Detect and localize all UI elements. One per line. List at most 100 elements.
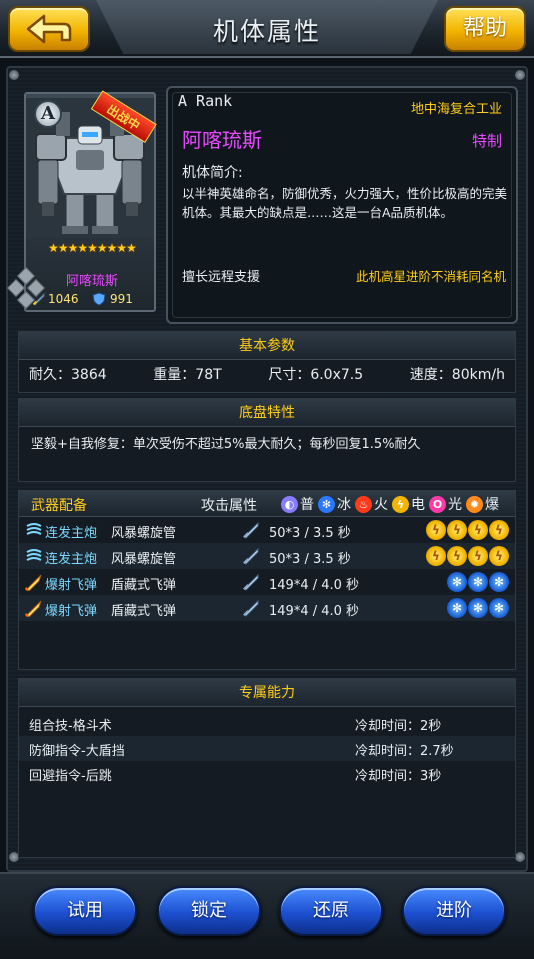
weapon-damage: 149*4 / 4.0 秒 [269, 578, 360, 593]
back-button[interactable] [8, 6, 90, 52]
legend-label: 火 [374, 497, 388, 513]
electric-element-icon: ϟ [468, 546, 488, 566]
weapon-type: 爆射飞弹 [45, 578, 98, 593]
ice-element-icon: ✻ [468, 598, 488, 618]
intro-text: 以半神英雄命名，防御优秀，火力强大，性价比极高的完美机体。其最大的缺点是……这是… [182, 186, 508, 220]
weapon-damage: 50*3 / 3.5 秒 [269, 526, 351, 541]
help-button[interactable]: 帮助 [444, 6, 526, 52]
star-rating: ★★★★★★★★★ [48, 241, 137, 255]
ice-element-icon: ✻ [318, 495, 335, 513]
weapon-type: 连发主炮 [45, 552, 98, 567]
weapons-header: 武器配备 攻击属性 ◐ 普 ✻ 冰 ♨ 火 ϟ电 O光 ✹ 爆 [19, 491, 515, 517]
legend-label: 普 [300, 497, 314, 513]
weapon-list: 连发主炮 风暴螺旋管 50*3 / 3.5 秒 ϟ ϟ ϟ ϟ 连发主炮 风暴螺旋管 50*3 /… [19, 517, 515, 621]
weapon-element-icons: ✻ ✻ ✻ [446, 572, 509, 592]
electric-element-icon: ϟ [447, 546, 467, 566]
weapon-element-icons: ϟϟϟϟ [425, 546, 509, 566]
ice-element-icon: ✻ [489, 572, 509, 592]
fire-element-icon: ♨ [355, 495, 372, 513]
ability-name: 组合技-格斗术 [29, 719, 112, 734]
weapon-row: 爆射飞弹 盾藏式飞弹 149*4 / 4.0 秒 ✻ ✻ ✻ [19, 569, 515, 595]
weapon-damage: 149*4 / 4.0 秒 [269, 604, 360, 619]
ability-row: 回避指令-后跳 冷却时间：3秒 [19, 761, 515, 786]
chassis-section: 底盘特性 坚毅+自我修复：单次受伤不超过5%最大耐久；每秒回复1.5%耐久 [18, 398, 516, 482]
missile-icon [25, 574, 42, 591]
chassis-text: 坚毅+自我修复：单次受伤不超过5%最大耐久；每秒回复1.5%耐久 [31, 437, 421, 452]
ability-cooldown: 冷却时间：2.7秒 [355, 744, 454, 759]
electric-element-icon: ϟ [392, 495, 409, 513]
weight-value: 重量：78T [153, 367, 222, 383]
ice-element-icon: ✻ [447, 572, 467, 592]
specialty-text: 擅长远程支援 [182, 270, 261, 285]
weapon-name: 风暴螺旋管 [111, 552, 177, 567]
sword-icon [243, 547, 259, 565]
rank-a-icon: A [34, 100, 62, 128]
lock-button[interactable]: 锁定 [157, 886, 261, 936]
legend-label: 冰 [337, 497, 351, 513]
weapon-name: 盾藏式飞弹 [111, 578, 177, 593]
weapon-row: 连发主炮 风暴螺旋管 50*3 / 3.5 秒ϟϟϟϟ [19, 517, 515, 543]
defense-value: 991 [110, 292, 133, 306]
speed-value: 速度：80km/h [409, 367, 505, 383]
abilities-heading: 专属能力 [19, 679, 515, 707]
legend-label: 电 [411, 497, 425, 513]
abilities-section: 专属能力 组合技-格斗术 冷却时间：2秒 防御指令-大盾挡 冷却时间：2.7秒 … [18, 678, 516, 858]
normal-element-icon: ◐ [281, 495, 298, 513]
cannon-vortex-icon [26, 549, 42, 561]
back-arrow-icon [26, 14, 72, 44]
weapon-name: 盾藏式飞弹 [111, 604, 177, 619]
weapons-section: 武器配备 攻击属性 ◐ 普 ✻ 冰 ♨ 火 ϟ电 O光 ✹ 爆 连发主炮 风暴螺旋管 50*… [18, 490, 516, 670]
basic-params-section: 基本参数 耐久：3864 重量：78T 尺寸：6.0x7.5 速度：80km/h [18, 331, 516, 393]
mech-info-panel: A Rank 地中海复合工业 阿喀琉斯 特制 机体简介: 以半神英雄命名，防御优… [166, 86, 518, 324]
trial-button[interactable]: 试用 [33, 886, 137, 936]
manufacturer: 地中海复合工业 [410, 102, 502, 117]
missile-icon [25, 600, 42, 617]
ability-cooldown: 冷却时间：2秒 [355, 719, 442, 734]
ability-cooldown: 冷却时间：3秒 [355, 769, 442, 784]
element-legend: ◐ 普 ✻ 冰 ♨ 火 ϟ电 O光 ✹ 爆 [277, 494, 499, 514]
restore-button[interactable]: 还原 [279, 886, 383, 936]
header-bar: 机体属性 帮助 [0, 0, 534, 58]
weapon-name: 风暴螺旋管 [111, 526, 177, 541]
params-row: 耐久：3864 重量：78T 尺寸：6.0x7.5 速度：80km/h [19, 360, 515, 390]
electric-element-icon: ϟ [426, 520, 446, 540]
cannon-vortex-icon [26, 523, 42, 535]
diamond-grid-icon[interactable] [4, 266, 48, 310]
ability-row: 防御指令-大盾挡 冷却时间：2.7秒 [19, 736, 515, 761]
sword-icon [243, 521, 259, 539]
ice-element-icon: ✻ [447, 598, 467, 618]
ability-row: 组合技-格斗术 冷却时间：2秒 [19, 711, 515, 736]
ability-name: 防御指令-大盾挡 [29, 744, 125, 759]
explosive-element-icon: ✹ [466, 495, 483, 513]
durability-value: 耐久：3864 [29, 367, 107, 383]
weapon-row: 连发主炮 风暴螺旋管 50*3 / 3.5 秒 ϟϟϟϟ [19, 543, 515, 569]
sword-icon [243, 573, 259, 591]
ability-name: 回避指令-后跳 [29, 769, 112, 784]
electric-element-icon: ϟ [447, 520, 467, 540]
rivet [9, 70, 19, 80]
intro-heading: 机体简介: [182, 165, 243, 181]
electric-element-icon: ϟ [489, 520, 509, 540]
attack-value: 1046 [48, 292, 79, 306]
weapon-type: 连发主炮 [45, 526, 98, 541]
legend-label: 爆 [485, 497, 499, 513]
upgrade-button[interactable]: 进阶 [402, 886, 506, 936]
mech-name: 阿喀琉斯 [182, 128, 262, 152]
electric-element-icon: ϟ [489, 546, 509, 566]
weapon-type: 爆射飞弹 [45, 604, 98, 619]
special-tag: 特制 [471, 132, 502, 150]
light-element-icon: O [429, 495, 446, 513]
attack-attr-label: 攻击属性 [201, 498, 257, 514]
ice-element-icon: ✻ [468, 572, 488, 592]
rivet [515, 852, 525, 862]
weapon-row: 爆射飞弹 盾藏式飞弹 149*4 / 4.0 秒 ✻ ✻ ✻ [19, 595, 515, 621]
sword-icon [243, 599, 259, 617]
rivet [515, 70, 525, 80]
size-value: 尺寸：6.0x7.5 [268, 367, 364, 383]
weapon-damage: 50*3 / 3.5 秒 [269, 552, 351, 567]
weapons-heading: 武器配备 [31, 498, 87, 514]
ice-element-icon: ✻ [489, 598, 509, 618]
electric-element-icon: ϟ [468, 520, 488, 540]
rank-label: A Rank [178, 92, 233, 110]
weapon-element-icons: ϟϟϟϟ [425, 520, 509, 540]
